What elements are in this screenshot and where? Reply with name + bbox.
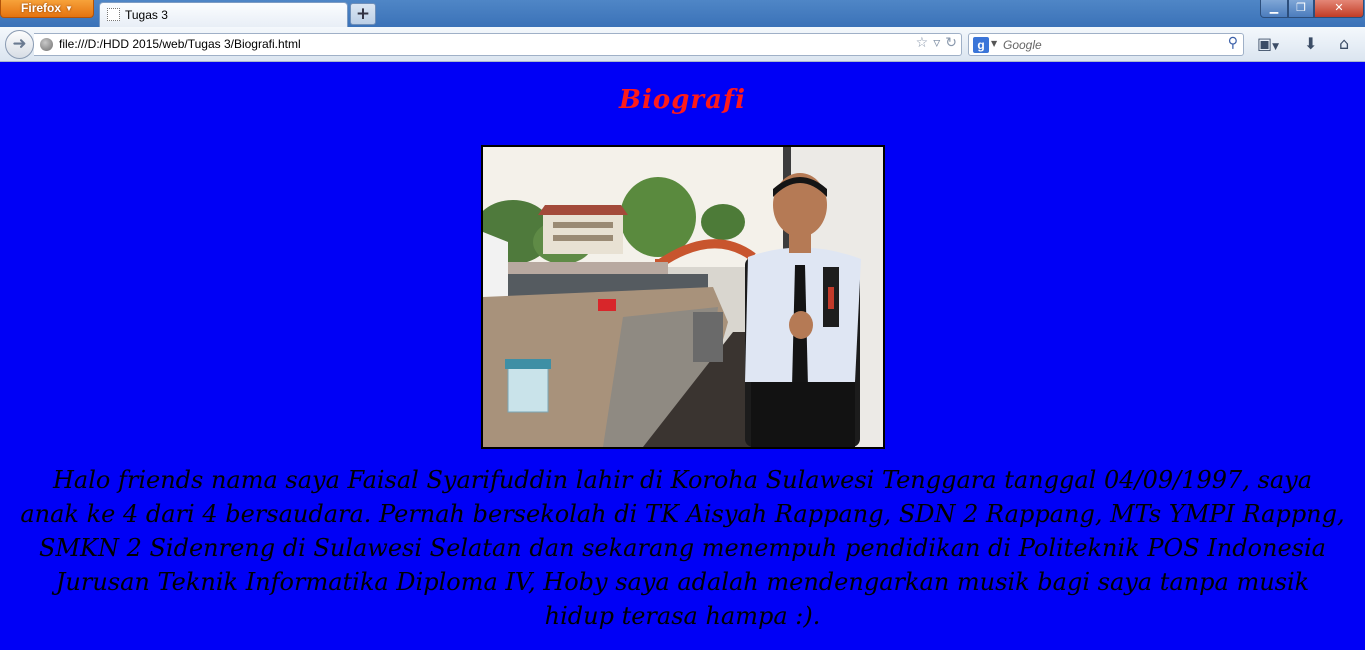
back-arrow-icon: ➜	[12, 34, 27, 54]
home-button[interactable]: ⌂	[1339, 34, 1349, 53]
history-dropdown-icon[interactable]: ▿	[933, 35, 940, 51]
page-favicon-icon	[107, 8, 120, 21]
page-viewport: Biografi Halo friends nama saya Faisal S…	[0, 63, 1365, 650]
chevron-down-icon: ▼	[65, 4, 73, 13]
home-icon: ⌂	[1339, 34, 1350, 53]
bookmark-star-icon[interactable]: ☆	[916, 35, 929, 51]
minimize-button[interactable]: ▁	[1260, 0, 1288, 18]
minimize-icon: ▁	[1269, 1, 1279, 14]
biography-paragraph: Halo friends nama saya Faisal Syarifuddi…	[20, 466, 1345, 630]
browser-tab[interactable]: Tugas 3	[99, 2, 348, 27]
search-icon[interactable]: ⚲	[1228, 35, 1238, 51]
page-title: Biografi	[619, 85, 746, 115]
profile-photo	[481, 145, 885, 449]
search-input[interactable]	[1003, 36, 1213, 53]
google-engine-icon[interactable]: g	[973, 37, 989, 53]
restore-button[interactable]: ❐	[1288, 0, 1314, 18]
tab-title: Tugas 3	[125, 8, 168, 22]
bookmarks-icon: ▣	[1257, 34, 1273, 53]
back-button[interactable]: ➜	[5, 30, 34, 59]
close-window-button[interactable]: ✕	[1314, 0, 1364, 18]
search-bar[interactable]: g ▼ ⚲	[968, 33, 1244, 56]
navigation-toolbar: ➜ file:///D:/HDD 2015/web/Tugas 3/Biogra…	[0, 27, 1365, 62]
download-arrow-icon: ⬇	[1304, 34, 1318, 53]
url-text: file:///D:/HDD 2015/web/Tugas 3/Biografi…	[59, 37, 301, 51]
close-icon: ✕	[1334, 1, 1344, 14]
url-bar-actions: ☆ ▿ ↻	[911, 35, 957, 51]
restore-icon: ❐	[1296, 1, 1306, 14]
firefox-menu-button[interactable]: Firefox ▼	[0, 0, 94, 18]
address-bar[interactable]: file:///D:/HDD 2015/web/Tugas 3/Biografi…	[34, 33, 962, 56]
new-tab-button[interactable]: +	[350, 3, 376, 25]
globe-icon	[40, 38, 53, 51]
bookmarks-menu-button[interactable]: ▣▼	[1257, 34, 1279, 53]
chevron-down-icon: ▼	[1272, 42, 1280, 52]
engine-dropdown-icon[interactable]: ▼	[991, 39, 997, 48]
downloads-button[interactable]: ⬇	[1304, 34, 1317, 53]
title-bar: Firefox ▼ Tugas 3 + ▁ ❐ ✕	[0, 0, 1365, 27]
firefox-menu-label: Firefox	[21, 1, 62, 15]
reload-icon[interactable]: ↻	[945, 35, 957, 51]
